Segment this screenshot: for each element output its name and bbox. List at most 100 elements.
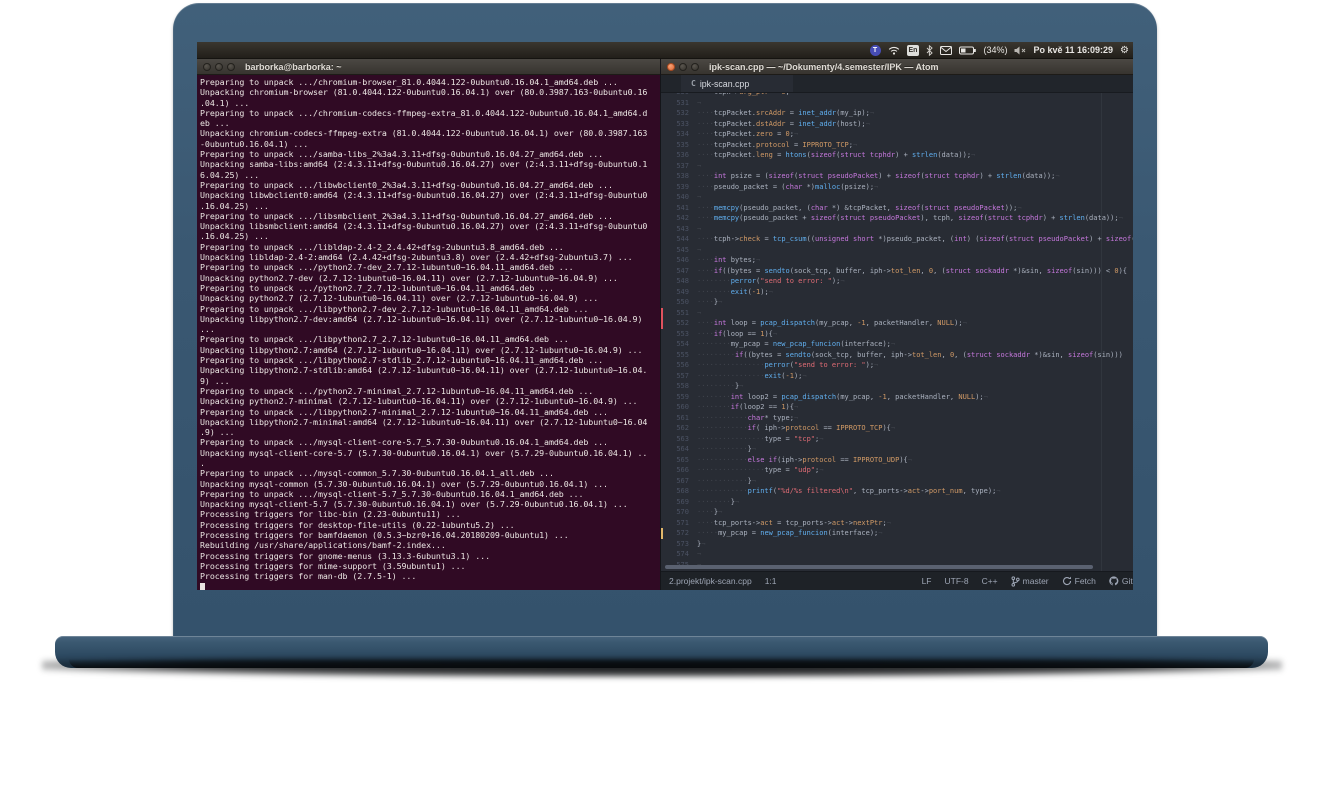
terminal-line: Processing triggers for man-db (2.7.5-1)… [200,571,660,581]
line-number: 533 [661,119,697,130]
terminal-line: Preparing to unpack .../libwbclient0_2%3… [200,180,660,190]
volume-muted-icon[interactable] [1014,46,1026,55]
line-number: 535 [661,140,697,151]
status-fetch[interactable]: Fetch [1062,576,1096,586]
line-number: 560 [661,402,697,413]
line-number: 567 [661,476,697,487]
wifi-icon[interactable] [888,46,900,55]
mail-icon[interactable] [940,46,952,55]
laptop-lid: T En (34%) [173,3,1157,640]
line-number: 572 [661,528,697,539]
terminal-line: Preparing to unpack .../python2.7_2.7.12… [200,283,660,293]
editor-area[interactable]: 530····tcph->urg_ptr = 0;¬531¬532····tcp… [661,93,1133,571]
terminal-line: Preparing to unpack .../libpython2.7_2.7… [200,334,660,344]
line-number: 564 [661,444,697,455]
status-right: LFUTF-8C++masterFetchGitHubGit (3)5 upda… [922,576,1133,587]
code-line: 568············printf("%d/%s filtered\n"… [661,486,1133,497]
line-number: 556 [661,360,697,371]
line-number: 561 [661,413,697,424]
code-line: 550····}¬ [661,297,1133,308]
terminal-cursor [200,583,205,590]
status-github[interactable]: GitHub [1109,576,1133,586]
atom-titlebar[interactable]: ipk-scan.cpp — ~/Dokumenty/4.semester/IP… [661,59,1133,75]
horizontal-scrollbar[interactable] [665,565,1093,569]
terminal-line: Unpacking python2.7-minimal (2.7.12-1ubu… [200,396,660,406]
line-number: 538 [661,171,697,182]
atom-maximize-button[interactable] [691,63,699,71]
terminal-maximize-button[interactable] [227,63,235,71]
line-number: 554 [661,339,697,350]
code-line: 540¬ [661,192,1133,203]
terminal-close-button[interactable] [203,63,211,71]
laptop-shadow [42,659,1282,677]
terminal-line: Processing triggers for desktop-file-uti… [200,520,660,530]
terminal-minimize-button[interactable] [215,63,223,71]
terminal-line: Preparing to unpack .../libldap-2.4-2_2.… [200,242,660,252]
line-number: 537 [661,161,697,172]
line-number: 540 [661,192,697,203]
status-git-branch[interactable]: master [1011,576,1049,587]
code-line: 555·········if((bytes = sendto(sock_tcp,… [661,350,1133,361]
status-grammar[interactable]: C++ [982,576,998,586]
atom-close-button[interactable] [667,63,675,71]
tab-label: ipk-scan.cpp [700,79,749,89]
code-line: 574¬ [661,549,1133,560]
battery-icon[interactable] [959,46,976,55]
terminal-line: Unpacking mysql-common (5.7.30-0ubuntu0.… [200,479,660,489]
code-line: 535····tcpPacket.protocol = IPPROTO_TCP;… [661,140,1133,151]
code-line: 552····int loop = pcap_dispatch(my_pcap,… [661,318,1133,329]
terminal-title: barborka@barborka: ~ [245,62,342,72]
status-line-ending[interactable]: LF [922,576,932,586]
terminal-line: Unpacking mysql-client-core-5.7 (5.7.30-… [200,448,660,458]
terminal-line: Unpacking python2.7 (2.7.12-1ubuntu0~16.… [200,293,660,303]
atom-minimize-button[interactable] [679,63,687,71]
line-number: 531 [661,98,697,109]
line-number: 534 [661,129,697,140]
terminal-titlebar[interactable]: barborka@barborka: ~ [197,59,660,75]
status-label: Fetch [1075,576,1096,586]
status-label: 1:1 [765,576,777,586]
code-line: 569········}¬ [661,497,1133,508]
line-number: 544 [661,234,697,245]
code-line: 547····if((bytes = sendto(sock_tcp, buff… [661,266,1133,277]
terminal-line: Preparing to unpack .../chromium-browser… [200,77,660,87]
terminal-line: Preparing to unpack .../python2.7-minima… [200,386,660,396]
c-file-icon: C [691,79,696,88]
status-bar: 2.projekt/ipk-scan.cpp 1:1 LF UTF-8 C++ mast… [661,571,1133,590]
status-cursor-position[interactable]: 1:1 [765,576,777,586]
laptop-mockup: T En (34%) [0,0,1324,790]
status-encoding[interactable]: UTF-8 [944,576,968,586]
line-number: 550 [661,297,697,308]
terminal-line: Processing triggers for libc-bin (2.23-0… [200,509,660,519]
line-number: 558 [661,381,697,392]
terminal-line: Preparing to unpack .../python2.7-dev_2.… [200,262,660,272]
session-gear-icon[interactable]: ⚙ [1120,45,1129,56]
system-tray: T En (34%) [870,42,1130,58]
clock[interactable]: Po kvě 11 16:09:29 [1033,45,1113,55]
keyboard-layout-indicator[interactable]: En [907,45,920,56]
line-number: 568 [661,486,697,497]
status-left: 2.projekt/ipk-scan.cpp 1:1 [669,576,777,586]
code-line: 557················exit(-1);¬ [661,371,1133,382]
line-number: 546 [661,255,697,266]
bluetooth-icon[interactable] [926,45,933,56]
terminal-line: -0ubuntu0.16.04.1) ... [200,139,660,149]
terminal-line: eb ... [200,118,660,128]
line-number: 574 [661,549,697,560]
terminal-line: . [200,458,660,468]
terminal-output[interactable]: Preparing to unpack .../chromium-browser… [197,75,660,590]
terminal-line: 9) ... [200,376,660,386]
line-number: 541 [661,203,697,214]
line-number: 552 [661,318,697,329]
teams-icon[interactable]: T [870,45,881,56]
status-file-path[interactable]: 2.projekt/ipk-scan.cpp [669,576,752,586]
tab-ipk-scan-cpp[interactable]: C ipk-scan.cpp [681,75,793,92]
terminal-line: Processing triggers for bamfdaemon (0.5.… [200,530,660,540]
line-number: 551 [661,308,697,319]
line-number: 573 [661,539,697,550]
terminal-line: Unpacking chromium-codecs-ffmpeg-extra (… [200,128,660,138]
terminal-line: Preparing to unpack .../mysql-client-cor… [200,437,660,447]
desktop-windows: barborka@barborka: ~ Preparing to unpack… [197,59,1133,590]
code-line: 566················type = "udp";¬ [661,465,1133,476]
terminal-line: Preparing to unpack .../samba-libs_2%3a4… [200,149,660,159]
